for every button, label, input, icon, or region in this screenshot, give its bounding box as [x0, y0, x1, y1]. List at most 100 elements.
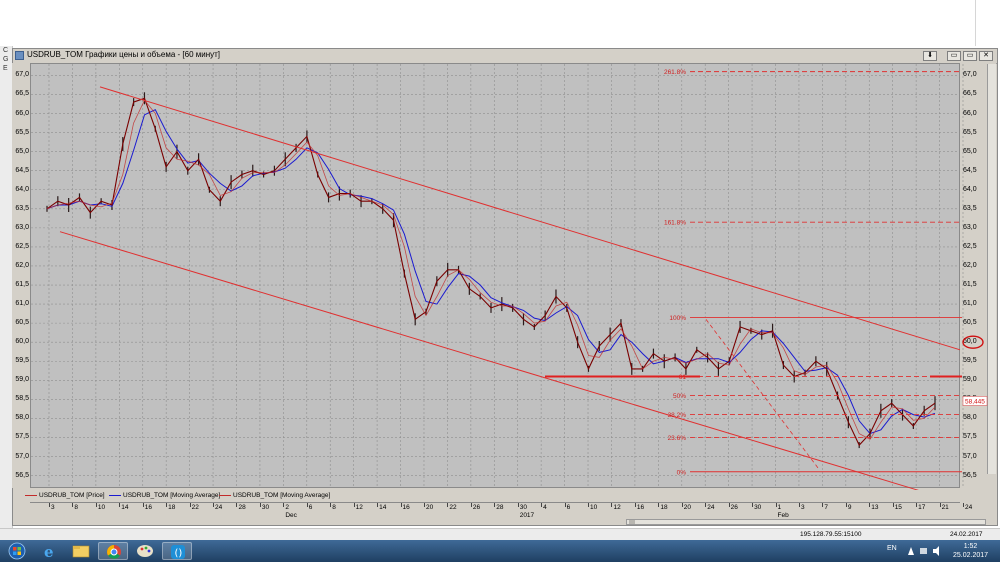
x-tick-label: 16	[144, 504, 152, 511]
fibonacci-level-label: 100%	[669, 315, 686, 322]
x-tick-mark	[283, 503, 285, 507]
x-tick-label: 18	[168, 504, 176, 511]
x-tick-label: 14	[121, 504, 129, 511]
x-tick-mark	[259, 503, 261, 507]
svg-text:e: e	[44, 543, 54, 560]
last-price-label: 58,445	[965, 398, 985, 405]
x-tick-mark	[470, 503, 472, 507]
palette-icon	[137, 545, 153, 557]
x-tick-label: 22	[191, 504, 199, 511]
status-date: 24.02.2017	[950, 531, 983, 538]
circled-price-marker	[962, 335, 984, 349]
ie-taskbar-icon[interactable]: e	[34, 542, 64, 561]
network-icon	[920, 548, 927, 554]
volume-icon	[933, 546, 939, 556]
paint-taskbar-icon[interactable]	[130, 542, 160, 560]
horizontal-scrollbar[interactable]	[626, 519, 986, 525]
legend-label: USDRUB_TOM [Price]	[39, 492, 105, 499]
terminal-app-taskbar-icon[interactable]: ()	[162, 542, 192, 560]
x-tick-label: 24	[965, 504, 973, 511]
x-tick-mark	[728, 503, 730, 507]
x-tick-mark	[49, 503, 50, 507]
start-button[interactable]	[2, 542, 32, 560]
x-month-label: Dec	[285, 512, 297, 519]
price-line	[46, 97, 936, 447]
legend-swatch	[25, 494, 37, 496]
x-tick-label: 30	[754, 504, 762, 511]
x-tick-label: 10	[590, 504, 598, 511]
x-tick-mark	[423, 503, 425, 507]
x-tick-label: 4	[543, 504, 547, 511]
clock-date: 25.02.2017	[953, 552, 989, 559]
x-tick-mark	[213, 503, 215, 507]
windows-taskbar: e () EN 1:52 25.02.2017	[0, 540, 1000, 562]
fibonacci-diagonal	[705, 319, 819, 469]
x-tick-mark	[494, 503, 496, 507]
language-indicator[interactable]: EN	[887, 545, 897, 552]
x-tick-label: 28	[238, 504, 246, 511]
chart-legend: USDRUB_TOM [Price] USDRUB_TOM [Moving Av…	[13, 490, 996, 502]
x-tick-mark	[588, 503, 590, 507]
x-tick-mark	[658, 503, 660, 507]
x-tick-label: 22	[449, 504, 457, 511]
x-tick-mark	[400, 503, 402, 507]
x-tick-label: 7	[824, 504, 828, 511]
legend-swatch	[109, 494, 121, 496]
x-tick-label: 6	[308, 504, 313, 511]
x-tick-label: 16	[636, 504, 645, 511]
ie-icon: e	[44, 543, 54, 561]
fibonacci-level-label: 38.2%	[668, 412, 687, 419]
x-tick-mark	[306, 503, 308, 507]
chrome-taskbar-icon[interactable]	[98, 542, 128, 560]
legend-item-ma2: USDRUB_TOM [Moving Average]	[219, 492, 330, 499]
scrollbar-thumb[interactable]	[629, 520, 635, 524]
x-tick-label: 12	[355, 504, 363, 511]
x-tick-label: 1	[777, 504, 782, 511]
x-tick-label: 12	[613, 504, 621, 511]
explorer-taskbar-icon[interactable]	[66, 542, 96, 560]
x-tick-mark	[752, 503, 754, 507]
x-tick-mark	[705, 503, 707, 507]
x-tick-label: 3	[800, 504, 805, 511]
x-month-label: Feb	[777, 512, 789, 519]
x-tick-label: 20	[683, 504, 691, 511]
x-tick-mark	[541, 503, 543, 507]
x-tick-label: 13	[871, 504, 879, 511]
show-hidden-icon	[908, 547, 914, 555]
x-tick-mark	[166, 503, 168, 507]
x-tick-label: 16	[402, 504, 410, 511]
price-chart-svg: 261.8%161.8%100%6150%38.2%23.6%0%58,445	[31, 64, 988, 492]
x-tick-label: 8	[74, 504, 79, 511]
x-tick-label: 21	[941, 504, 949, 511]
x-tick-label: 6	[566, 504, 571, 511]
x-tick-mark	[236, 503, 238, 507]
x-tick-label: 3	[51, 504, 55, 511]
x-tick-mark	[798, 503, 800, 507]
x-tick-label: 26	[472, 504, 481, 511]
x-tick-label: 20	[425, 504, 434, 511]
fibonacci-level-label: 0%	[677, 469, 687, 476]
fibonacci-level-label: 23.6%	[668, 435, 687, 442]
svg-text:(): ()	[175, 548, 183, 559]
x-tick-mark	[72, 503, 74, 507]
windows-logo-icon	[8, 542, 26, 560]
x-tick-mark	[845, 503, 847, 507]
x-tick-label: 30	[519, 504, 527, 511]
x-axis: 3 8 10 14 16 18 22 24 28 30 2 6 8 12 14 16 20 22 26 28 30 4 6 1…	[30, 502, 972, 519]
x-tick-mark	[142, 503, 144, 507]
x-tick-label: 8	[332, 504, 336, 511]
x-tick-mark	[447, 503, 449, 507]
x-tick-mark	[353, 503, 355, 507]
system-clock[interactable]: 1:52 25.02.2017	[953, 542, 988, 560]
x-tick-label: 28	[496, 504, 504, 511]
x-tick-label: 30	[261, 504, 270, 511]
clock-time: 1:52	[963, 543, 978, 550]
x-tick-mark	[517, 503, 519, 507]
x-tick-label: 14	[379, 504, 387, 511]
x-tick-mark	[564, 503, 566, 507]
x-tick-mark	[892, 503, 894, 507]
x-tick-label: 2	[285, 504, 289, 511]
x-tick-label: 24	[707, 504, 715, 511]
terminal-app-icon: ()	[171, 545, 185, 559]
x-tick-mark	[189, 503, 191, 507]
